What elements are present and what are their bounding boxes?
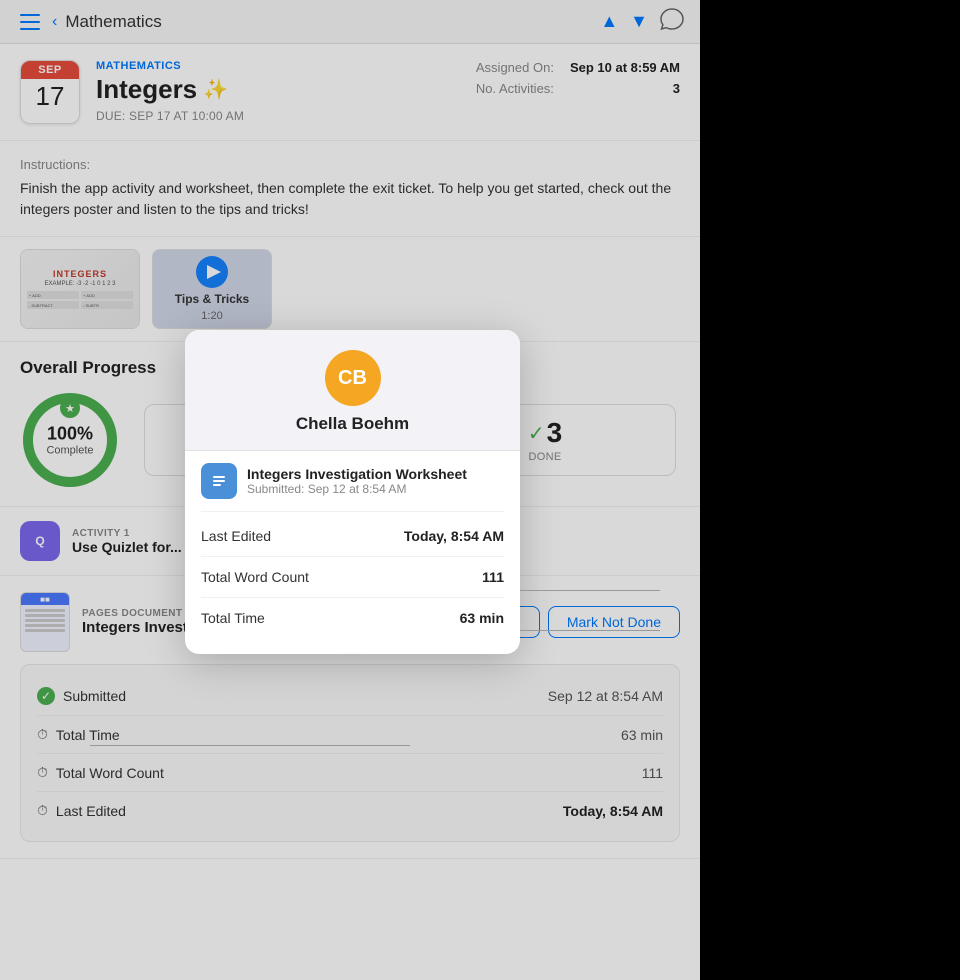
popup-doc-sub: Submitted: Sep 12 at 8:54 AM [247, 482, 467, 496]
popup-word-count-value: 111 [482, 569, 504, 585]
popup-word-count-row: Total Word Count 111 [201, 557, 504, 598]
popup-last-edited-value: Today, 8:54 AM [404, 528, 504, 544]
popup-header: CB Chella Boehm [185, 330, 520, 451]
pointer-line-3 [90, 745, 410, 746]
popup-name: Chella Boehm [201, 414, 504, 434]
popup-doc-row: Integers Investigation Worksheet Submitt… [201, 463, 504, 512]
right-panel [700, 0, 960, 980]
popup-doc-info: Integers Investigation Worksheet Submitt… [247, 466, 467, 496]
pointer-line-1 [520, 590, 660, 591]
pointer-line-2 [520, 630, 660, 631]
popup-card: CB Chella Boehm Integers Investigation W… [185, 330, 520, 654]
popup-avatar: CB [325, 350, 381, 406]
popup-total-time-row: Total Time 63 min [201, 598, 504, 638]
popup-doc-name: Integers Investigation Worksheet [247, 466, 467, 482]
popup-doc-icon [201, 463, 237, 499]
popup-total-time-value: 63 min [460, 610, 504, 626]
popup-total-time-label: Total Time [201, 610, 265, 626]
popup-overlay: CB Chella Boehm Integers Investigation W… [0, 0, 700, 980]
popup-body: Integers Investigation Worksheet Submitt… [185, 451, 520, 638]
popup-word-count-label: Total Word Count [201, 569, 309, 585]
popup-last-edited-row: Last Edited Today, 8:54 AM [201, 516, 504, 557]
popup-last-edited-label: Last Edited [201, 528, 271, 544]
